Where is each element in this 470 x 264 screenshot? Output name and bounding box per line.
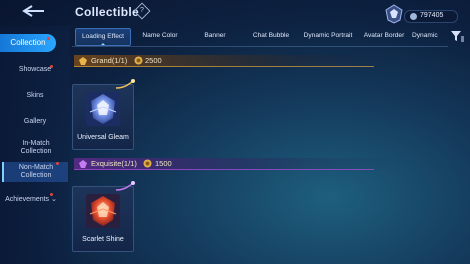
scarlet-shine-icon (86, 194, 120, 228)
notification-badge (56, 162, 59, 165)
points-icon (143, 159, 152, 168)
tab-banner[interactable]: Banner (190, 28, 240, 44)
sidebar-item-label: Non-Match Collection (18, 164, 54, 179)
section-header-grand: Grand(1/1) 2500 (74, 55, 394, 67)
currency-amount: 797405 (420, 12, 444, 19)
rank-emblem-icon (385, 4, 403, 24)
tab-dynamic-portrait[interactable]: Dynamic Portrait (300, 28, 356, 44)
section-label: Grand(1/1) (91, 56, 128, 65)
grand-tier-icon (79, 57, 87, 65)
currency-pill: 797405 (404, 10, 458, 23)
page-title: Collectible (75, 5, 139, 19)
notification-badge (50, 65, 53, 68)
tab-label: Avatar Border (363, 32, 405, 39)
tab-dynamic[interactable]: Dynamic (412, 28, 448, 44)
sidebar-item-in-match-collection[interactable]: In-Match Collection (8, 140, 64, 156)
tab-label: Banner (204, 32, 226, 39)
back-arrow-icon (22, 5, 44, 17)
sidebar-item-label: Collection (10, 38, 46, 47)
item-card-universal-gleam[interactable]: Universal Gleam (72, 79, 135, 150)
sidebar-item-collection[interactable]: Collection (0, 34, 56, 52)
sidebar-item-non-match-collection[interactable]: Non-Match Collection (2, 162, 68, 182)
sidebar-item-skins[interactable]: Skins (0, 92, 70, 99)
exquisite-tier-icon (79, 160, 87, 168)
tab-chat-bubble[interactable]: Chat Bubble (244, 28, 298, 44)
sidebar-item-showcase[interactable]: Showcase (0, 65, 70, 73)
sidebar-item-label: Gallery (23, 118, 47, 125)
points-icon (134, 56, 143, 65)
section-points: 2500 (145, 56, 162, 65)
back-button[interactable] (20, 3, 50, 19)
notification-badge (47, 37, 50, 40)
notification-badge (50, 193, 53, 196)
filter-button[interactable] (448, 28, 466, 44)
sidebar-item-label: Skins (26, 92, 44, 99)
category-tabs: Loading Effect Name Color Banner Chat Bu… (72, 28, 448, 46)
item-card-scarlet-shine[interactable]: Scarlet Shine (72, 181, 135, 252)
item-name: Universal Gleam (77, 134, 129, 141)
sidebar-item-gallery[interactable]: Gallery (0, 118, 70, 125)
sidebar-item-label: Showcase (18, 66, 52, 73)
corner-flare-icon (116, 181, 135, 191)
coin-icon (410, 13, 417, 20)
section-label: Exquisite(1/1) (91, 159, 137, 168)
item-name: Scarlet Shine (82, 236, 124, 243)
tab-avatar-border[interactable]: Avatar Border (358, 28, 410, 44)
tab-label: Chat Bubble (252, 32, 290, 39)
filter-icon (451, 31, 464, 42)
tab-divider (72, 46, 448, 47)
currency-display[interactable]: 797405 (384, 4, 460, 24)
universal-gleam-icon (86, 92, 120, 126)
tab-label: Dynamic (412, 32, 438, 39)
tab-loading-effect[interactable]: Loading Effect (75, 28, 131, 46)
tab-label: Name Color (142, 32, 178, 39)
tab-label: Dynamic Portrait (303, 32, 353, 39)
top-bar: Collectible ? 797405 (0, 0, 470, 24)
chevron-down-icon: ⌄ (51, 196, 57, 203)
tab-name-color[interactable]: Name Color (134, 28, 186, 44)
sidebar-item-label: In-Match Collection (20, 140, 52, 155)
sidebar-item-label: Achievements (5, 196, 50, 203)
section-header-exquisite: Exquisite(1/1) 1500 (74, 158, 394, 170)
section-points: 1500 (155, 159, 172, 168)
help-glyph: ? (140, 7, 144, 14)
corner-flare-icon (116, 79, 135, 89)
tab-label: Loading Effect (81, 33, 125, 40)
sidebar-item-achievements[interactable]: Achievements ⌄ (0, 193, 62, 203)
